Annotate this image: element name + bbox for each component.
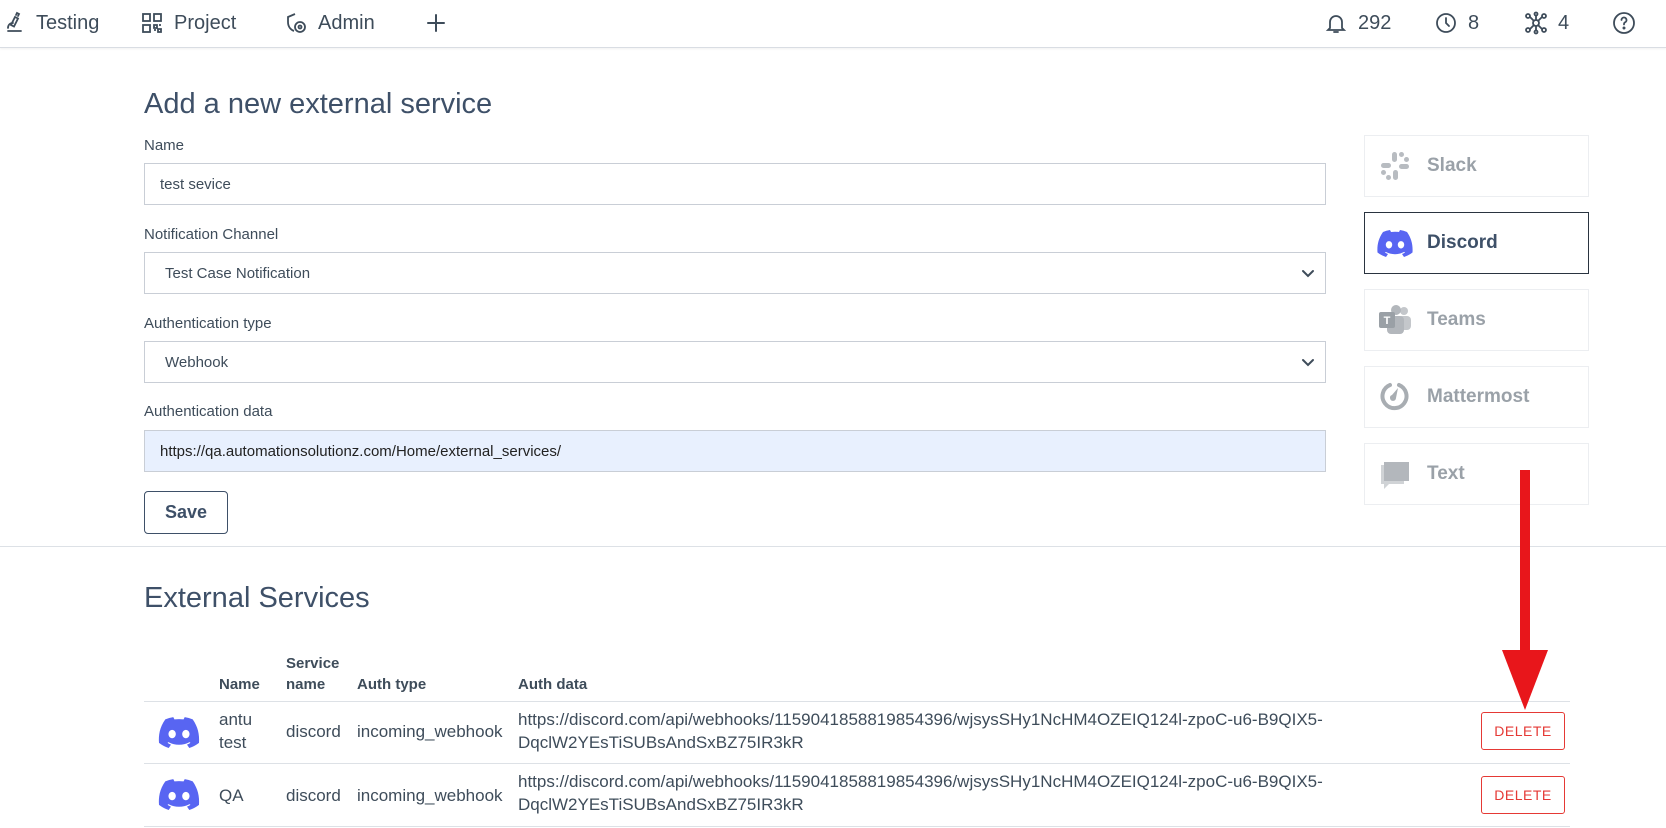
provider-teams[interactable]: T Teams	[1364, 289, 1589, 351]
save-button[interactable]: Save	[144, 491, 228, 534]
table-row-border	[144, 763, 1570, 764]
nav-admin[interactable]: Admin	[284, 8, 375, 38]
integrations-count: 4	[1558, 11, 1570, 34]
row-auth-type: incoming_webhook	[357, 722, 503, 741]
svg-text:T: T	[1384, 315, 1391, 327]
row-auth-data: https://discord.com/api/webhooks/1159041…	[518, 708, 1323, 754]
discord-icon	[1377, 230, 1413, 257]
provider-label: Discord	[1427, 232, 1498, 253]
notifications-button[interactable]: 292	[1324, 8, 1391, 38]
network-icon	[1525, 11, 1547, 35]
channel-label: Notification Channel	[144, 226, 279, 243]
provider-discord[interactable]: Discord	[1364, 212, 1589, 274]
external-services-title: External Services	[144, 582, 370, 614]
slack-icon	[1381, 152, 1409, 180]
row-auth-data-line1: https://discord.com/api/webhooks/1159041…	[518, 710, 1323, 729]
message-icon	[1381, 462, 1409, 489]
row-service: discord	[286, 722, 341, 741]
plus-icon	[427, 14, 445, 32]
header-service-name-line1: Service	[286, 655, 340, 672]
header-service-name-line2: name	[286, 676, 326, 693]
nav-admin-label: Admin	[318, 11, 375, 34]
history-button[interactable]: 8	[1434, 8, 1479, 38]
nav-testing-label: Testing	[36, 11, 100, 34]
row-name: QA	[219, 786, 244, 805]
row-auth-data-line2: DqclW2YEsTiSUBsAndSxBZ75IR3kR	[518, 733, 804, 752]
nav-project[interactable]: Project	[140, 8, 236, 38]
auth-type-label: Authentication type	[144, 315, 272, 332]
auth-data-input[interactable]	[144, 430, 1326, 472]
page-title: Add a new external service	[144, 88, 493, 120]
auth-data-label: Authentication data	[144, 403, 273, 420]
delete-button[interactable]: DELETE	[1481, 712, 1565, 750]
row-name-line1: antu	[219, 710, 253, 729]
nav-project-label: Project	[174, 11, 237, 34]
shield-gear-icon	[287, 13, 306, 33]
provider-mattermost[interactable]: Mattermost	[1364, 366, 1589, 428]
name-input[interactable]	[144, 163, 1326, 205]
chevron-down-icon	[1302, 270, 1314, 278]
nav-testing[interactable]: Testing	[2, 8, 99, 38]
auth-type-select[interactable]: Webhook	[144, 341, 1326, 383]
header-auth-type: Auth type	[357, 676, 427, 693]
row-auth-data: https://discord.com/api/webhooks/1159041…	[518, 770, 1323, 816]
help-button[interactable]	[1612, 8, 1636, 38]
clock-icon	[1436, 13, 1456, 33]
integrations-button[interactable]: 4	[1524, 8, 1569, 38]
provider-label: Mattermost	[1427, 386, 1530, 407]
row-auth-type: incoming_webhook	[357, 786, 503, 805]
notification-channel-value: Test Case Notification	[165, 264, 311, 282]
provider-text[interactable]: Text	[1364, 443, 1589, 505]
header-service-name: Service name	[286, 653, 339, 695]
name-label: Name	[144, 137, 185, 154]
table-row-border	[144, 826, 1570, 827]
provider-slack[interactable]: Slack	[1364, 135, 1589, 197]
row-service: discord	[286, 786, 341, 805]
header-auth-data: Auth data	[518, 676, 588, 693]
discord-icon	[158, 779, 200, 810]
help-circle-icon	[1613, 12, 1635, 34]
microscope-icon	[7, 11, 22, 32]
row-auth-data-line2: DqclW2YEsTiSUBsAndSxBZ75IR3kR	[518, 795, 804, 814]
add-button[interactable]	[424, 8, 448, 38]
provider-label: Teams	[1427, 309, 1486, 330]
chevron-down-icon	[1302, 359, 1314, 367]
annotation-arrow-icon	[1502, 470, 1548, 710]
provider-label: Text	[1427, 463, 1465, 484]
mattermost-icon	[1380, 383, 1409, 411]
bell-icon	[1325, 15, 1347, 33]
discord-icon	[158, 717, 200, 748]
table-header-border	[144, 701, 1570, 702]
provider-label: Slack	[1427, 155, 1477, 176]
auth-type-value: Webhook	[165, 353, 229, 371]
notification-channel-select[interactable]: Test Case Notification	[144, 252, 1326, 294]
row-auth-data-line1: https://discord.com/api/webhooks/1159041…	[518, 772, 1323, 791]
section-divider	[0, 546, 1666, 547]
header-name: Name	[219, 676, 260, 693]
delete-button[interactable]: DELETE	[1481, 776, 1565, 814]
history-count: 8	[1468, 11, 1480, 34]
row-name: antu test	[219, 708, 252, 754]
teams-icon: T	[1379, 305, 1411, 334]
qr-grid-icon	[142, 13, 162, 33]
top-navbar: Testing Project Admin 292 8 4	[0, 0, 1666, 48]
row-name-line2: test	[219, 733, 247, 752]
notifications-count: 292	[1358, 11, 1392, 34]
